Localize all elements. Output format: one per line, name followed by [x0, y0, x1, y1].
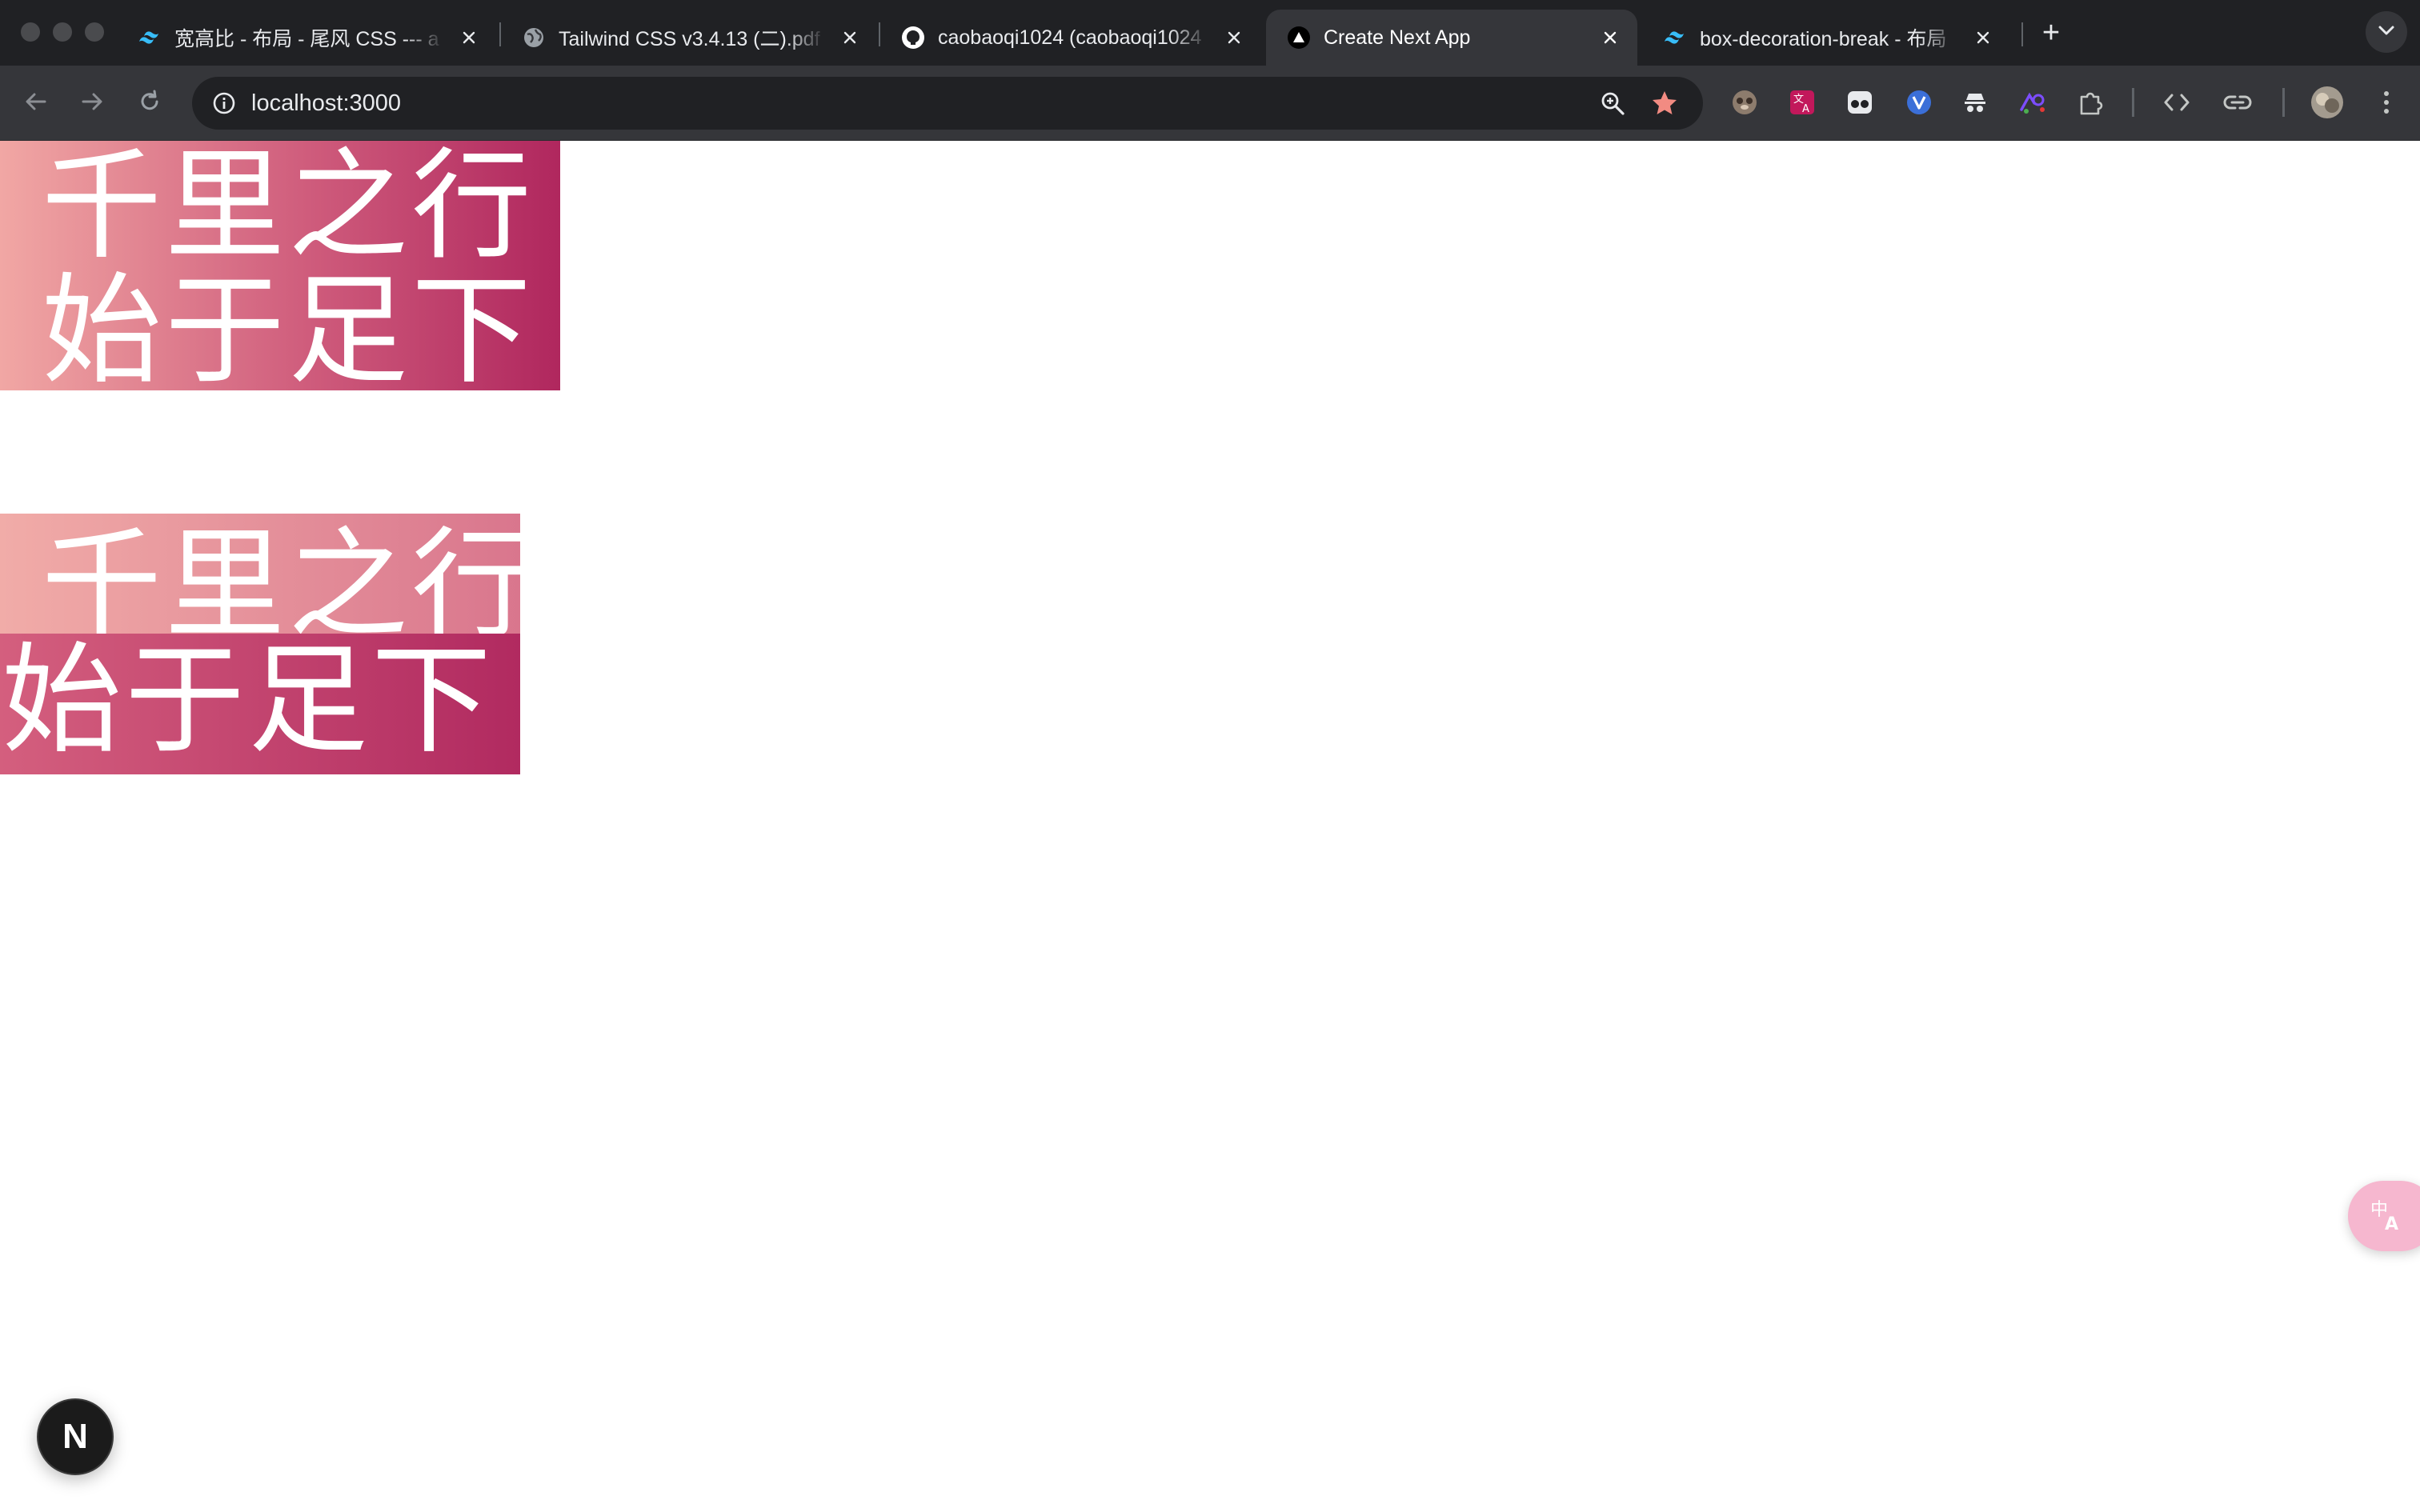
phrase-line-1: 千里之行: [42, 516, 520, 635]
slice-decoration-block-top: 千里之行: [0, 514, 520, 635]
tab-separator: [2021, 22, 2023, 46]
vue-devtools-icon[interactable]: [1903, 86, 1935, 118]
translate-extension-icon[interactable]: 文A: [1786, 86, 1818, 118]
close-icon[interactable]: [456, 25, 482, 50]
tab-github-profile[interactable]: caobaoqi1024 (caobaoqi1024: [880, 10, 1261, 66]
tailwind-icon: [138, 26, 162, 50]
close-icon[interactable]: [1221, 25, 1247, 50]
tab-strip: 宽高比 - 布局 - 尾风 CSS --- a Tailwind CSS v3.…: [0, 0, 2420, 66]
back-button[interactable]: [16, 83, 56, 123]
tab-title: caobaoqi1024 (caobaoqi1024: [938, 26, 1202, 49]
sloth-extension-icon[interactable]: [1729, 86, 1761, 118]
tab-search-button[interactable]: [2366, 11, 2407, 53]
code-icon[interactable]: [2161, 86, 2193, 118]
tab-box-decoration-break[interactable]: box-decoration-break - 布局: [1642, 10, 2010, 66]
nextjs-logo-letter: N: [62, 1417, 88, 1456]
close-icon[interactable]: [837, 25, 863, 50]
phrase-line-2: 始于足下: [42, 262, 535, 401]
tailwind-icon: [1663, 26, 1687, 50]
site-info-icon[interactable]: [208, 87, 240, 119]
tab-title: Tailwind CSS v3.4.13 (二).pdf: [559, 28, 820, 50]
toolbar-separator: [2132, 88, 2134, 117]
clone-decoration-block: 千里之行 始于足下: [0, 137, 560, 394]
close-icon[interactable]: [1597, 25, 1623, 50]
new-tab-button[interactable]: +: [2033, 14, 2069, 51]
arrow-right-icon: [80, 90, 104, 117]
arrow-left-icon: [24, 90, 48, 117]
reload-button[interactable]: [130, 83, 170, 123]
chevron-down-icon: [2378, 25, 2395, 40]
profile-avatar[interactable]: [2310, 85, 2345, 120]
phrase-line-2: 始于足下: [2, 634, 495, 770]
close-icon[interactable]: [1970, 25, 1996, 50]
forward-button[interactable]: [72, 83, 112, 123]
slice-decoration-block-bottom: 始于足下: [0, 634, 520, 774]
incognito-extension-icon[interactable]: [1959, 86, 1991, 118]
address-bar-url[interactable]: localhost:3000: [251, 77, 401, 130]
tab-aspect-ratio[interactable]: 宽高比 - 布局 - 尾风 CSS --- a: [117, 10, 496, 66]
window-close-button[interactable]: [21, 22, 40, 42]
svg-text:A: A: [1802, 103, 1809, 115]
tab-title: 宽高比 - 布局 - 尾风 CSS --- a: [174, 28, 439, 50]
browser-toolbar: localhost:3000: [0, 66, 2420, 141]
tab-title: box-decoration-break - 布局: [1700, 28, 1947, 50]
plus-icon: +: [2041, 16, 2061, 50]
svg-text:A: A: [2385, 1214, 2398, 1233]
link-icon[interactable]: [2222, 86, 2254, 118]
toolbox-extension-icon[interactable]: [2017, 86, 2049, 118]
translate-icon: 中A: [2369, 1196, 2406, 1237]
tab-title: Create Next App: [1324, 26, 1471, 49]
reload-icon: [138, 90, 162, 118]
nextjs-dev-indicator[interactable]: N: [37, 1398, 114, 1475]
toolbar-separator: [2282, 88, 2285, 117]
tab-tailwind-pdf[interactable]: Tailwind CSS v3.4.13 (二).pdf: [501, 10, 877, 66]
page-content: 千里之行 始于足下 千里之行 始于足下 中A N: [0, 141, 2420, 1512]
phrase-line-1: 千里之行: [42, 137, 535, 276]
globe-icon: [522, 26, 546, 50]
window-minimize-button[interactable]: [53, 22, 72, 42]
window-zoom-button[interactable]: [85, 22, 104, 42]
zoom-icon[interactable]: [1596, 86, 1629, 120]
more-menu-icon[interactable]: [2370, 86, 2402, 118]
puzzle-extensions-icon[interactable]: [2074, 86, 2106, 118]
glasses-extension-icon[interactable]: [1844, 86, 1876, 118]
translate-floating-button[interactable]: 中A: [2348, 1181, 2420, 1251]
address-bar[interactable]: localhost:3000: [192, 77, 1703, 130]
nextjs-icon: [1287, 26, 1311, 50]
tab-create-next-app[interactable]: Create Next App: [1266, 10, 1637, 66]
bookmark-star-icon[interactable]: [1647, 86, 1682, 121]
github-icon: [901, 26, 925, 50]
